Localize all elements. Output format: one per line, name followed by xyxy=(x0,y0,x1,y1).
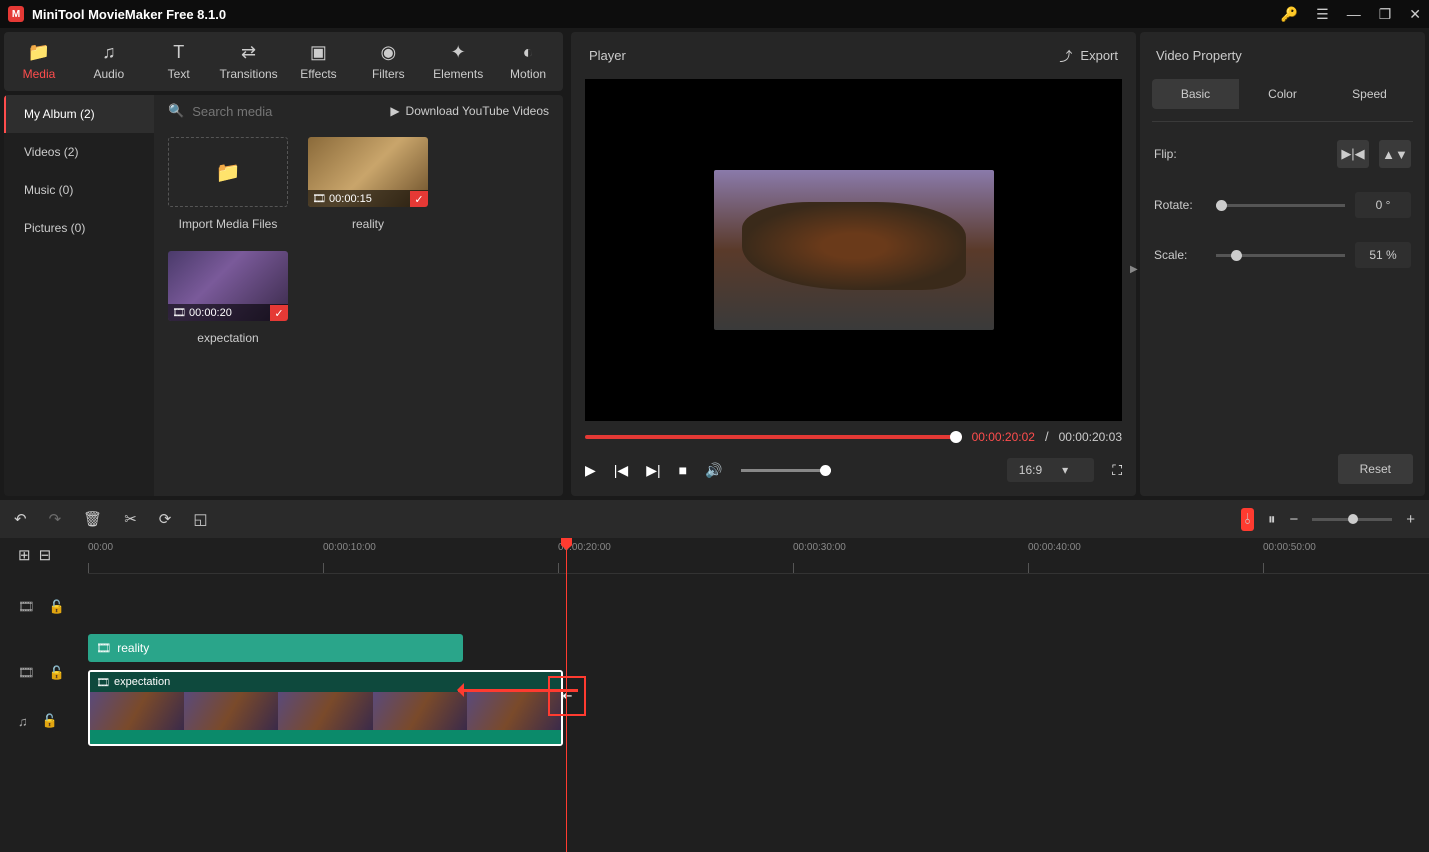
music-icon: ♫ xyxy=(18,714,28,729)
zoom-in-button[interactable]: + xyxy=(1406,511,1415,528)
search-input[interactable] xyxy=(192,104,382,119)
prop-tab-basic[interactable]: Basic xyxy=(1152,79,1239,109)
seek-bar[interactable] xyxy=(585,435,962,439)
zoom-slider[interactable] xyxy=(1312,518,1392,521)
flip-label: Flip: xyxy=(1154,147,1206,161)
export-button[interactable]: ⤴ Export xyxy=(1059,46,1118,65)
search-icon: 🔍 xyxy=(168,103,184,119)
youtube-icon: ▶ xyxy=(390,104,399,118)
chevron-down-icon: ▾ xyxy=(1062,463,1068,477)
track-manager-button[interactable]: ⊟ xyxy=(39,546,52,564)
trim-handle[interactable]: ⇤ xyxy=(548,676,586,716)
tab-filters[interactable]: ◉Filters xyxy=(353,36,423,87)
fullscreen-button[interactable]: ⛶ xyxy=(1112,462,1122,479)
scale-label: Scale: xyxy=(1154,248,1206,262)
video-track-2-header: 🎞 🔓 xyxy=(0,640,88,706)
panel-collapse-icon[interactable]: ▶ xyxy=(1130,264,1138,275)
check-icon: ✓ xyxy=(270,305,288,321)
player-title: Player xyxy=(589,48,626,63)
sidebar-myalbum[interactable]: My Album (2) xyxy=(4,95,154,133)
scale-slider[interactable] xyxy=(1216,254,1345,257)
timeline-ruler[interactable]: ⊞ ⊟ 00:00 00:00:10:00 00:00:20:00 00:00:… xyxy=(0,538,1429,574)
property-panel: ▶ Video Property Basic Color Speed Flip:… xyxy=(1140,32,1425,496)
maximize-icon[interactable]: ❐ xyxy=(1379,6,1392,23)
timeline-toolbar: ↶ ↷ 🗑 ✂ ⟳ ◱ ⫰ ⏸ − + xyxy=(0,500,1429,538)
media-sidebar: My Album (2) Videos (2) Music (0) Pictur… xyxy=(4,95,154,496)
reset-button[interactable]: Reset xyxy=(1338,454,1413,484)
close-icon[interactable]: ✕ xyxy=(1409,6,1421,23)
folder-icon: 📁 xyxy=(216,160,241,185)
lock-icon[interactable]: 🔓 xyxy=(49,665,65,681)
crop-button[interactable]: ◱ xyxy=(193,510,207,528)
stop-button[interactable]: ■ xyxy=(679,462,687,478)
export-icon: ⤴ xyxy=(1059,46,1072,65)
tab-motion[interactable]: ◐Motion xyxy=(493,36,563,87)
speed-button[interactable]: ⟳ xyxy=(159,510,172,528)
add-track-button[interactable]: ⊞ xyxy=(18,546,31,564)
time-total: 00:00:20:03 xyxy=(1059,430,1122,444)
download-youtube-link[interactable]: ▶ Download YouTube Videos xyxy=(390,104,549,118)
lock-icon[interactable]: 🔓 xyxy=(42,713,58,729)
key-icon[interactable]: 🔑 xyxy=(1281,6,1298,23)
flip-horizontal-button[interactable]: ▶|◀ xyxy=(1337,140,1369,168)
aspect-select[interactable]: 16:9▾ xyxy=(1007,458,1094,482)
media-clip-reality[interactable]: 🎞 00:00:15✓ reality xyxy=(308,137,428,231)
import-media-button[interactable]: 📁 Import Media Files xyxy=(168,137,288,231)
tab-elements[interactable]: ✦Elements xyxy=(423,36,493,87)
flip-vertical-button[interactable]: ▲▼ xyxy=(1379,140,1411,168)
audio-track-header: ♫ 🔓 xyxy=(0,706,88,736)
marker-button[interactable]: ⏸ xyxy=(1268,511,1276,528)
rotate-value[interactable]: 0 ° xyxy=(1355,192,1411,218)
tab-effects[interactable]: ▣Effects xyxy=(284,36,354,87)
player-panel: Player ⤴ Export 00:00:20:02 / 00:00:20:0… xyxy=(571,32,1136,496)
delete-button[interactable]: 🗑 xyxy=(83,510,102,528)
rotate-label: Rotate: xyxy=(1154,198,1206,212)
sidebar-music[interactable]: Music (0) xyxy=(4,171,154,209)
preview-area[interactable] xyxy=(585,79,1122,421)
volume-slider[interactable] xyxy=(741,469,831,472)
split-button[interactable]: ✂ xyxy=(124,510,137,528)
rotate-slider[interactable] xyxy=(1216,204,1345,207)
preview-frame xyxy=(714,170,994,330)
film-icon: 🎞 xyxy=(312,192,326,205)
property-title: Video Property xyxy=(1140,32,1425,73)
titlebar: M MiniTool MovieMaker Free 8.1.0 🔑 ☰ — ❐… xyxy=(0,0,1429,28)
tab-audio[interactable]: ♫Audio xyxy=(74,36,144,87)
undo-button[interactable]: ↶ xyxy=(14,510,27,528)
sidebar-videos[interactable]: Videos (2) xyxy=(4,133,154,171)
lock-icon[interactable]: 🔓 xyxy=(49,599,65,615)
next-frame-button[interactable]: ▶| xyxy=(646,462,660,479)
film-icon: 🎞 xyxy=(172,306,186,319)
media-clip-expectation[interactable]: 🎞 00:00:20✓ expectation xyxy=(168,251,288,345)
zoom-out-button[interactable]: − xyxy=(1289,511,1298,528)
prop-tab-color[interactable]: Color xyxy=(1239,79,1326,109)
timeline-clip-expectation[interactable]: 🎞expectation xyxy=(88,670,563,746)
timeline: ⊞ ⊟ 00:00 00:00:10:00 00:00:20:00 00:00:… xyxy=(0,538,1429,852)
snap-button[interactable]: ⫰ xyxy=(1241,508,1254,531)
menu-icon[interactable]: ☰ xyxy=(1316,6,1329,23)
prop-tab-speed[interactable]: Speed xyxy=(1326,79,1413,109)
video-track-1-header: 🎞 🔓 xyxy=(0,574,88,640)
app-icon: M xyxy=(8,6,24,22)
tab-transitions[interactable]: ⇄Transitions xyxy=(214,36,284,87)
minimize-icon[interactable]: — xyxy=(1347,6,1361,22)
scale-value[interactable]: 51 % xyxy=(1355,242,1411,268)
film-icon: 🎞 xyxy=(96,676,110,689)
time-current: 00:00:20:02 xyxy=(972,430,1035,444)
film-icon: 🎞 xyxy=(18,599,35,615)
app-title: MiniTool MovieMaker Free 8.1.0 xyxy=(32,7,1281,22)
sidebar-pictures[interactable]: Pictures (0) xyxy=(4,209,154,247)
redo-button[interactable]: ↷ xyxy=(49,510,62,528)
playhead[interactable] xyxy=(566,538,567,852)
volume-icon[interactable]: 🔊 xyxy=(705,462,722,479)
film-icon: 🎞 xyxy=(18,665,35,681)
tab-media[interactable]: 📁Media xyxy=(4,36,74,87)
play-button[interactable]: ▶ xyxy=(585,462,596,479)
film-icon: 🎞 xyxy=(96,641,111,655)
timeline-clip-reality[interactable]: 🎞 reality xyxy=(88,634,463,662)
prev-frame-button[interactable]: |◀ xyxy=(614,462,628,479)
tab-text[interactable]: TText xyxy=(144,36,214,87)
check-icon: ✓ xyxy=(410,191,428,207)
main-toolbar: 📁Media ♫Audio TText ⇄Transitions ▣Effect… xyxy=(4,32,563,91)
